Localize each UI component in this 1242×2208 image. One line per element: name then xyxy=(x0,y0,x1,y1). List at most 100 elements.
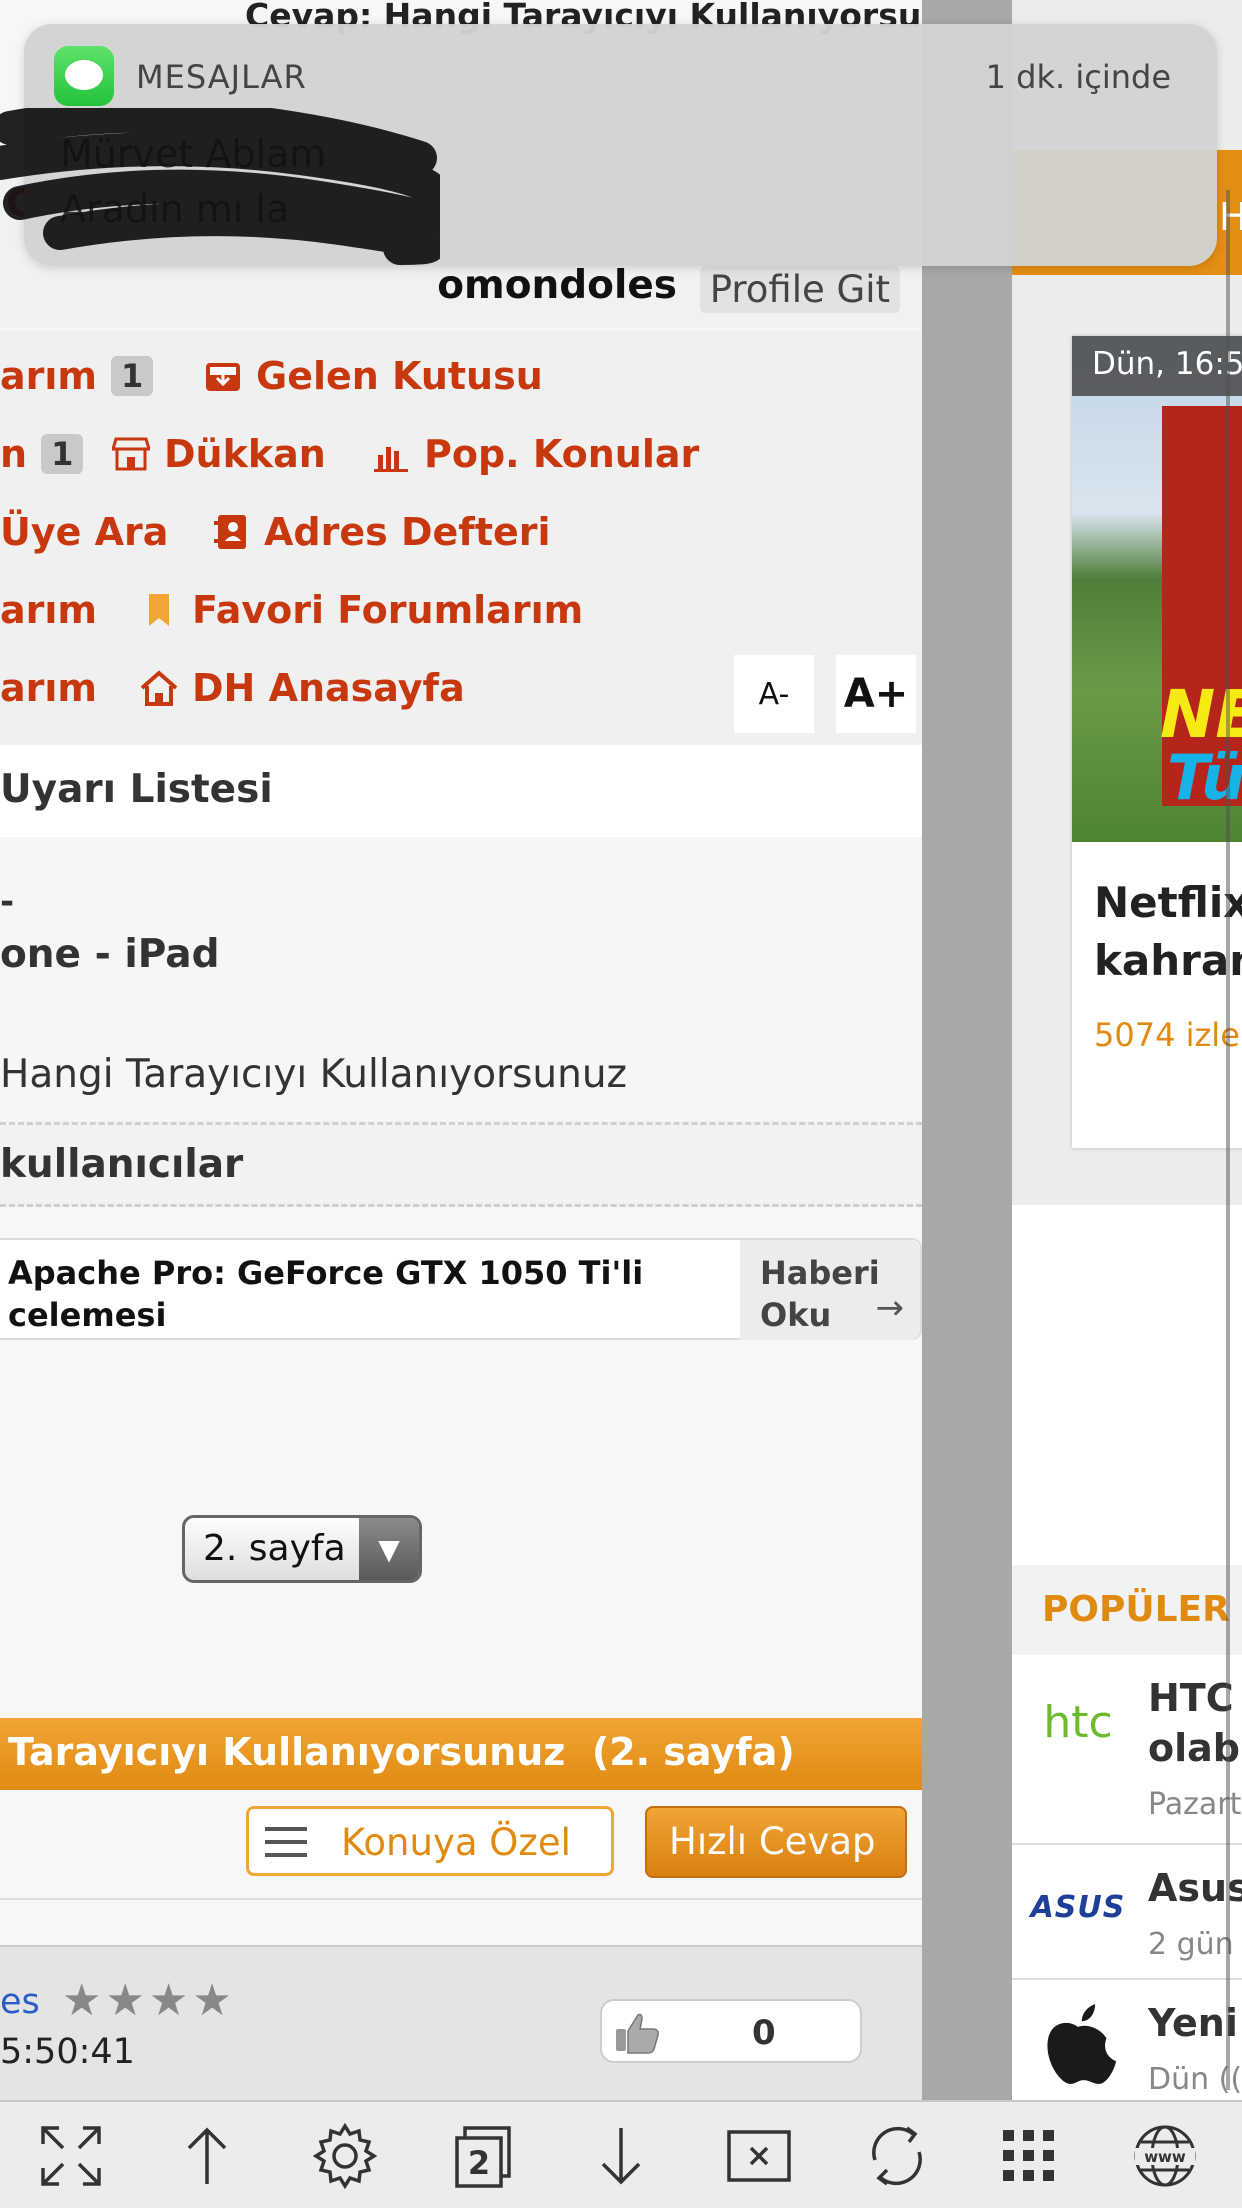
news-headline[interactable]: Apache Pro: GeForce GTX 1050 Ti'li celem… xyxy=(8,1252,728,1336)
shop-icon xyxy=(110,435,152,473)
news-banner[interactable]: Apache Pro: GeForce GTX 1050 Ti'li celem… xyxy=(0,1238,922,1340)
user-row: omondoles Profile Git xyxy=(0,258,922,328)
video-title[interactable]: Netflix kahran xyxy=(1094,874,1242,990)
tabs-button[interactable]: 2 xyxy=(414,2102,552,2208)
count-badge: 1 xyxy=(111,356,154,396)
quick-reply-button[interactable]: Hızlı Cevap xyxy=(645,1806,907,1878)
messages-app-icon xyxy=(54,46,114,106)
web-button[interactable]: www xyxy=(1096,2102,1234,2208)
arrow-right-icon: → xyxy=(875,1288,905,1328)
viewing-users-row: kullanıcılar xyxy=(0,1122,922,1207)
sidebar-header-text: H xyxy=(1219,195,1242,239)
read-news-button[interactable]: Haberi Oku → xyxy=(740,1240,920,1340)
scroll-up-icon xyxy=(187,2127,227,2184)
menu-item-label: Pop. Konular xyxy=(424,432,700,476)
refresh-icon xyxy=(872,2126,922,2186)
settings-button[interactable] xyxy=(276,2102,414,2208)
warning-list-row[interactable]: Uyarı Listesi xyxy=(0,745,922,837)
topic-title-bar: Tarayıcıyı Kullanıyorsunuz (2. sayfa) xyxy=(0,1718,922,1790)
breadcrumb-separator: - xyxy=(0,882,15,922)
topic-actions: Konuya Özel Hızlı Cevap xyxy=(0,1790,922,1900)
menu-item-address-book[interactable]: Adres Defteri xyxy=(212,510,551,554)
menu-item-label: Gelen Kutusu xyxy=(256,354,543,398)
page-select[interactable]: 2. sayfa ▼ xyxy=(182,1515,422,1583)
video-views: 5074 izle xyxy=(1094,1016,1240,1054)
svg-text:www: www xyxy=(1144,2148,1186,2166)
scroll-down-icon xyxy=(601,2128,641,2185)
tabs-icon: 2 xyxy=(455,2126,511,2188)
menu-item-inbox[interactable]: Gelen Kutusu xyxy=(204,354,543,398)
inbox-icon xyxy=(204,357,242,395)
breadcrumb-forum-link[interactable]: one - iPad xyxy=(0,932,220,977)
topic-title: Tarayıcıyı Kullanıyorsunuz (2. sayfa) xyxy=(8,1730,795,1774)
chevron-down-icon: ▼ xyxy=(359,1518,419,1580)
notification-time: 1 dk. içinde xyxy=(985,58,1171,96)
popular-heading: POPÜLER xyxy=(1042,1589,1230,1630)
warning-list-link[interactable]: Uyarı Listesi xyxy=(0,767,273,812)
hamburger-icon xyxy=(265,1827,307,1857)
video-thumbnail[interactable]: Dün, 16:58 NE Tü xyxy=(1072,336,1242,842)
menu-item-label: Adres Defteri xyxy=(264,510,551,554)
video-date-strip: Dün, 16:58 xyxy=(1072,336,1242,396)
post-time: 5:50:41 xyxy=(0,2032,135,2072)
scroll-up-button[interactable] xyxy=(138,2102,276,2208)
sidebar-panel: H Dün, 16:58 NE Tü Netflix kahran 5074 i… xyxy=(1012,0,1242,2100)
bookmark-icon xyxy=(140,591,178,629)
browser-toolbar: 2 www xyxy=(0,2100,1242,2208)
popular-heading-bar: POPÜLER xyxy=(1012,1565,1242,1655)
font-increase-button[interactable]: A+ xyxy=(836,655,916,733)
popular-item-date: 2 gün xyxy=(1148,1927,1234,1962)
menu-item-row4-left[interactable]: arım xyxy=(0,588,97,632)
menu-item-label: arım xyxy=(0,588,98,632)
scroll-down-button[interactable] xyxy=(552,2102,690,2208)
video-card[interactable]: Dün, 16:58 NE Tü Netflix kahran 5074 izl… xyxy=(1072,336,1242,1148)
rating-stars-icon: ★★★★ xyxy=(62,1975,236,2026)
topic-private-label: Konuya Özel xyxy=(341,1821,571,1864)
sidebar-empty-area xyxy=(1012,1205,1242,1565)
menu-item-row2-left[interactable]: n 1 xyxy=(0,432,84,476)
like-count: 0 xyxy=(752,2013,776,2053)
web-icon: www xyxy=(1134,2125,1196,2187)
menu-item-label: arım xyxy=(0,666,98,710)
popular-item[interactable]: ASUS Asus 2 gün xyxy=(1012,1845,1242,1980)
menu-item-favorite-forums[interactable]: Favori Forumlarım xyxy=(140,588,583,632)
thumbs-up-icon xyxy=(614,2009,662,2055)
popular-item-title: Yeni xyxy=(1148,2001,1238,2045)
breadcrumb-topic: Hangi Tarayıcıyı Kullanıyorsunuz xyxy=(0,1052,628,1097)
fullscreen-button[interactable] xyxy=(2,2102,140,2208)
page-select-value: 2. sayfa xyxy=(203,1528,346,1569)
post-header: es ★★★★ 5:50:41 0 xyxy=(0,1945,922,2100)
svg-text:2: 2 xyxy=(468,2144,490,2182)
count-badge: 1 xyxy=(41,434,84,474)
menu-item-label: arım xyxy=(0,354,98,398)
split-divider[interactable] xyxy=(1226,190,1230,2090)
menu-item-label: n xyxy=(0,432,28,476)
menu-item-row1-left[interactable]: arım 1 xyxy=(0,354,154,398)
menu-item-popular[interactable]: Pop. Konular xyxy=(372,432,699,476)
menu-item-shop[interactable]: Dükkan xyxy=(110,432,326,476)
redaction-scribble xyxy=(0,108,440,265)
username[interactable]: omondoles xyxy=(437,263,677,308)
like-button[interactable]: 0 xyxy=(600,1999,862,2063)
settings-icon xyxy=(312,2122,378,2190)
topic-private-button[interactable]: Konuya Özel xyxy=(246,1806,614,1876)
menu-item-label: DH Anasayfa xyxy=(192,666,465,710)
bar-chart-icon xyxy=(372,435,410,473)
refresh-button[interactable] xyxy=(828,2102,966,2208)
menu-item-label: Üye Ara xyxy=(0,510,169,554)
popular-item[interactable]: htc HTC olabi Pazart xyxy=(1012,1655,1242,1845)
read-news-label: Haberi Oku xyxy=(760,1254,880,1334)
grid-button[interactable] xyxy=(960,2102,1098,2208)
grid-icon xyxy=(1003,2130,1054,2181)
close-tab-icon xyxy=(727,2130,791,2182)
font-decrease-button[interactable]: A- xyxy=(734,655,814,733)
menu-item-member-search[interactable]: Üye Ara xyxy=(0,510,168,554)
forum-panel: Cevap: Hangi Tarayıcıyı Kullanıyorsunuz … xyxy=(0,0,922,2100)
profile-button[interactable]: Profile Git xyxy=(699,266,900,313)
close-tab-button[interactable] xyxy=(690,2102,828,2208)
menu-item-dh-home[interactable]: DH Anasayfa xyxy=(140,666,465,710)
thumbnail-overlay-text-2: Tü xyxy=(1167,741,1242,814)
post-username[interactable]: es xyxy=(0,1982,40,2022)
popular-item[interactable]: Yeni Dün (( xyxy=(1012,1980,1242,2100)
menu-item-row5-left[interactable]: arım xyxy=(0,666,97,710)
